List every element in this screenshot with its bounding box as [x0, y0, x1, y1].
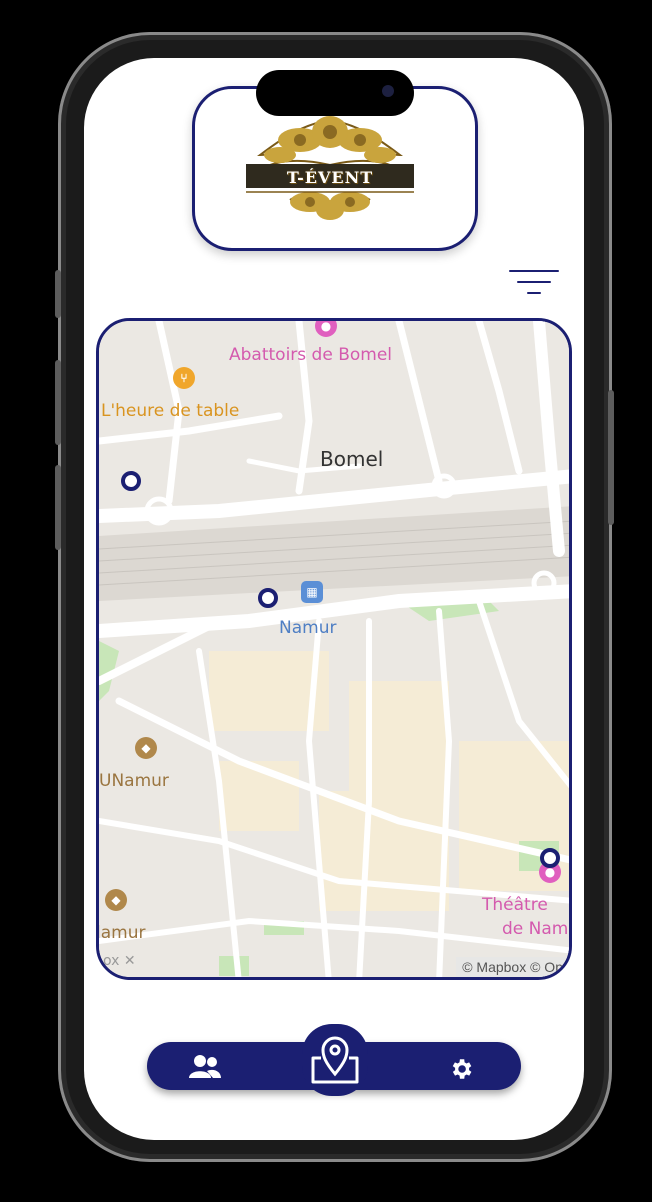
map-label-bomel: Bomel	[320, 447, 384, 471]
logo-text: T-ÉVENT	[286, 168, 374, 187]
map-label-theatre: Théâtre	[482, 895, 548, 915]
phone-side-button	[55, 465, 61, 550]
train-station-icon[interactable]: ▦	[301, 581, 323, 603]
map-label-heure-de-table: L'heure de table	[101, 401, 240, 421]
users-icon[interactable]	[189, 1054, 221, 1080]
map-attribution[interactable]: © Mapbox © Op	[456, 957, 569, 977]
restaurant-icon[interactable]: ⑂	[173, 367, 195, 389]
map-view[interactable]: ● ⑂ ▦ ◆ ◆ ● Abattoirs de Bomel L'heure d…	[96, 318, 572, 980]
map-attribution-partial: ox ✕	[103, 953, 136, 969]
camera-icon	[382, 85, 394, 97]
university-icon[interactable]: ◆	[135, 737, 157, 759]
event-marker[interactable]	[258, 588, 278, 608]
map-label-namur-station: Namur	[279, 618, 337, 638]
map-pin-icon[interactable]	[309, 1032, 361, 1086]
phone-power-button	[608, 390, 614, 525]
gear-icon[interactable]	[448, 1056, 474, 1082]
map-label-theatre-2: de Nam	[502, 919, 569, 939]
map-label-abattoirs: Abattoirs de Bomel	[229, 345, 393, 365]
event-marker[interactable]	[121, 471, 141, 491]
map-label-namur-cut: lamur	[96, 923, 146, 943]
event-marker[interactable]	[540, 848, 560, 868]
university-icon[interactable]: ◆	[105, 889, 127, 911]
ornament-logo	[246, 116, 414, 220]
map-label-unamur: UNamur	[99, 771, 169, 791]
phone-side-button	[55, 270, 61, 318]
menu-icon[interactable]	[505, 264, 559, 300]
phone-side-button	[55, 360, 61, 445]
